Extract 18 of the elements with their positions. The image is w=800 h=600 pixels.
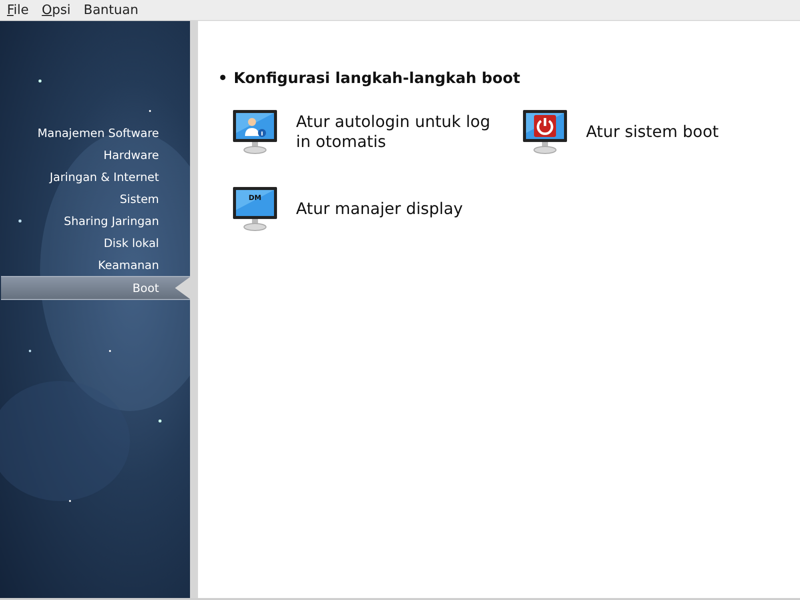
- sidebar-item[interactable]: Manajemen Software: [0, 122, 190, 144]
- tool-link[interactable]: Atur sistem boot: [586, 122, 719, 142]
- menu-item[interactable]: Bantuan: [78, 2, 146, 18]
- tool-link[interactable]: Atur manajer display: [296, 198, 463, 218]
- sidebar-item[interactable]: Keamanan: [0, 254, 190, 276]
- sidebar-item[interactable]: Hardware: [0, 144, 190, 166]
- selection-pointer: [174, 277, 190, 299]
- sidebar-item[interactable]: Sharing Jaringan: [0, 210, 190, 232]
- sidebar-item[interactable]: Disk lokal: [0, 232, 190, 254]
- sidebar-item[interactable]: Jaringan & Internet: [0, 166, 190, 188]
- menu-item[interactable]: File: [2, 2, 37, 18]
- monitor-user-icon: [232, 109, 278, 154]
- sidebar-item[interactable]: Sistem: [0, 188, 190, 210]
- sidebar-item[interactable]: Boot: [1, 276, 190, 300]
- tool-link[interactable]: Atur autologin untuk log in otomatis: [296, 112, 496, 152]
- monitor-power-icon: [522, 109, 568, 154]
- menu-item[interactable]: Opsi: [36, 2, 79, 18]
- section-title: • Konfigurasi langkah-langkah boot: [218, 69, 522, 87]
